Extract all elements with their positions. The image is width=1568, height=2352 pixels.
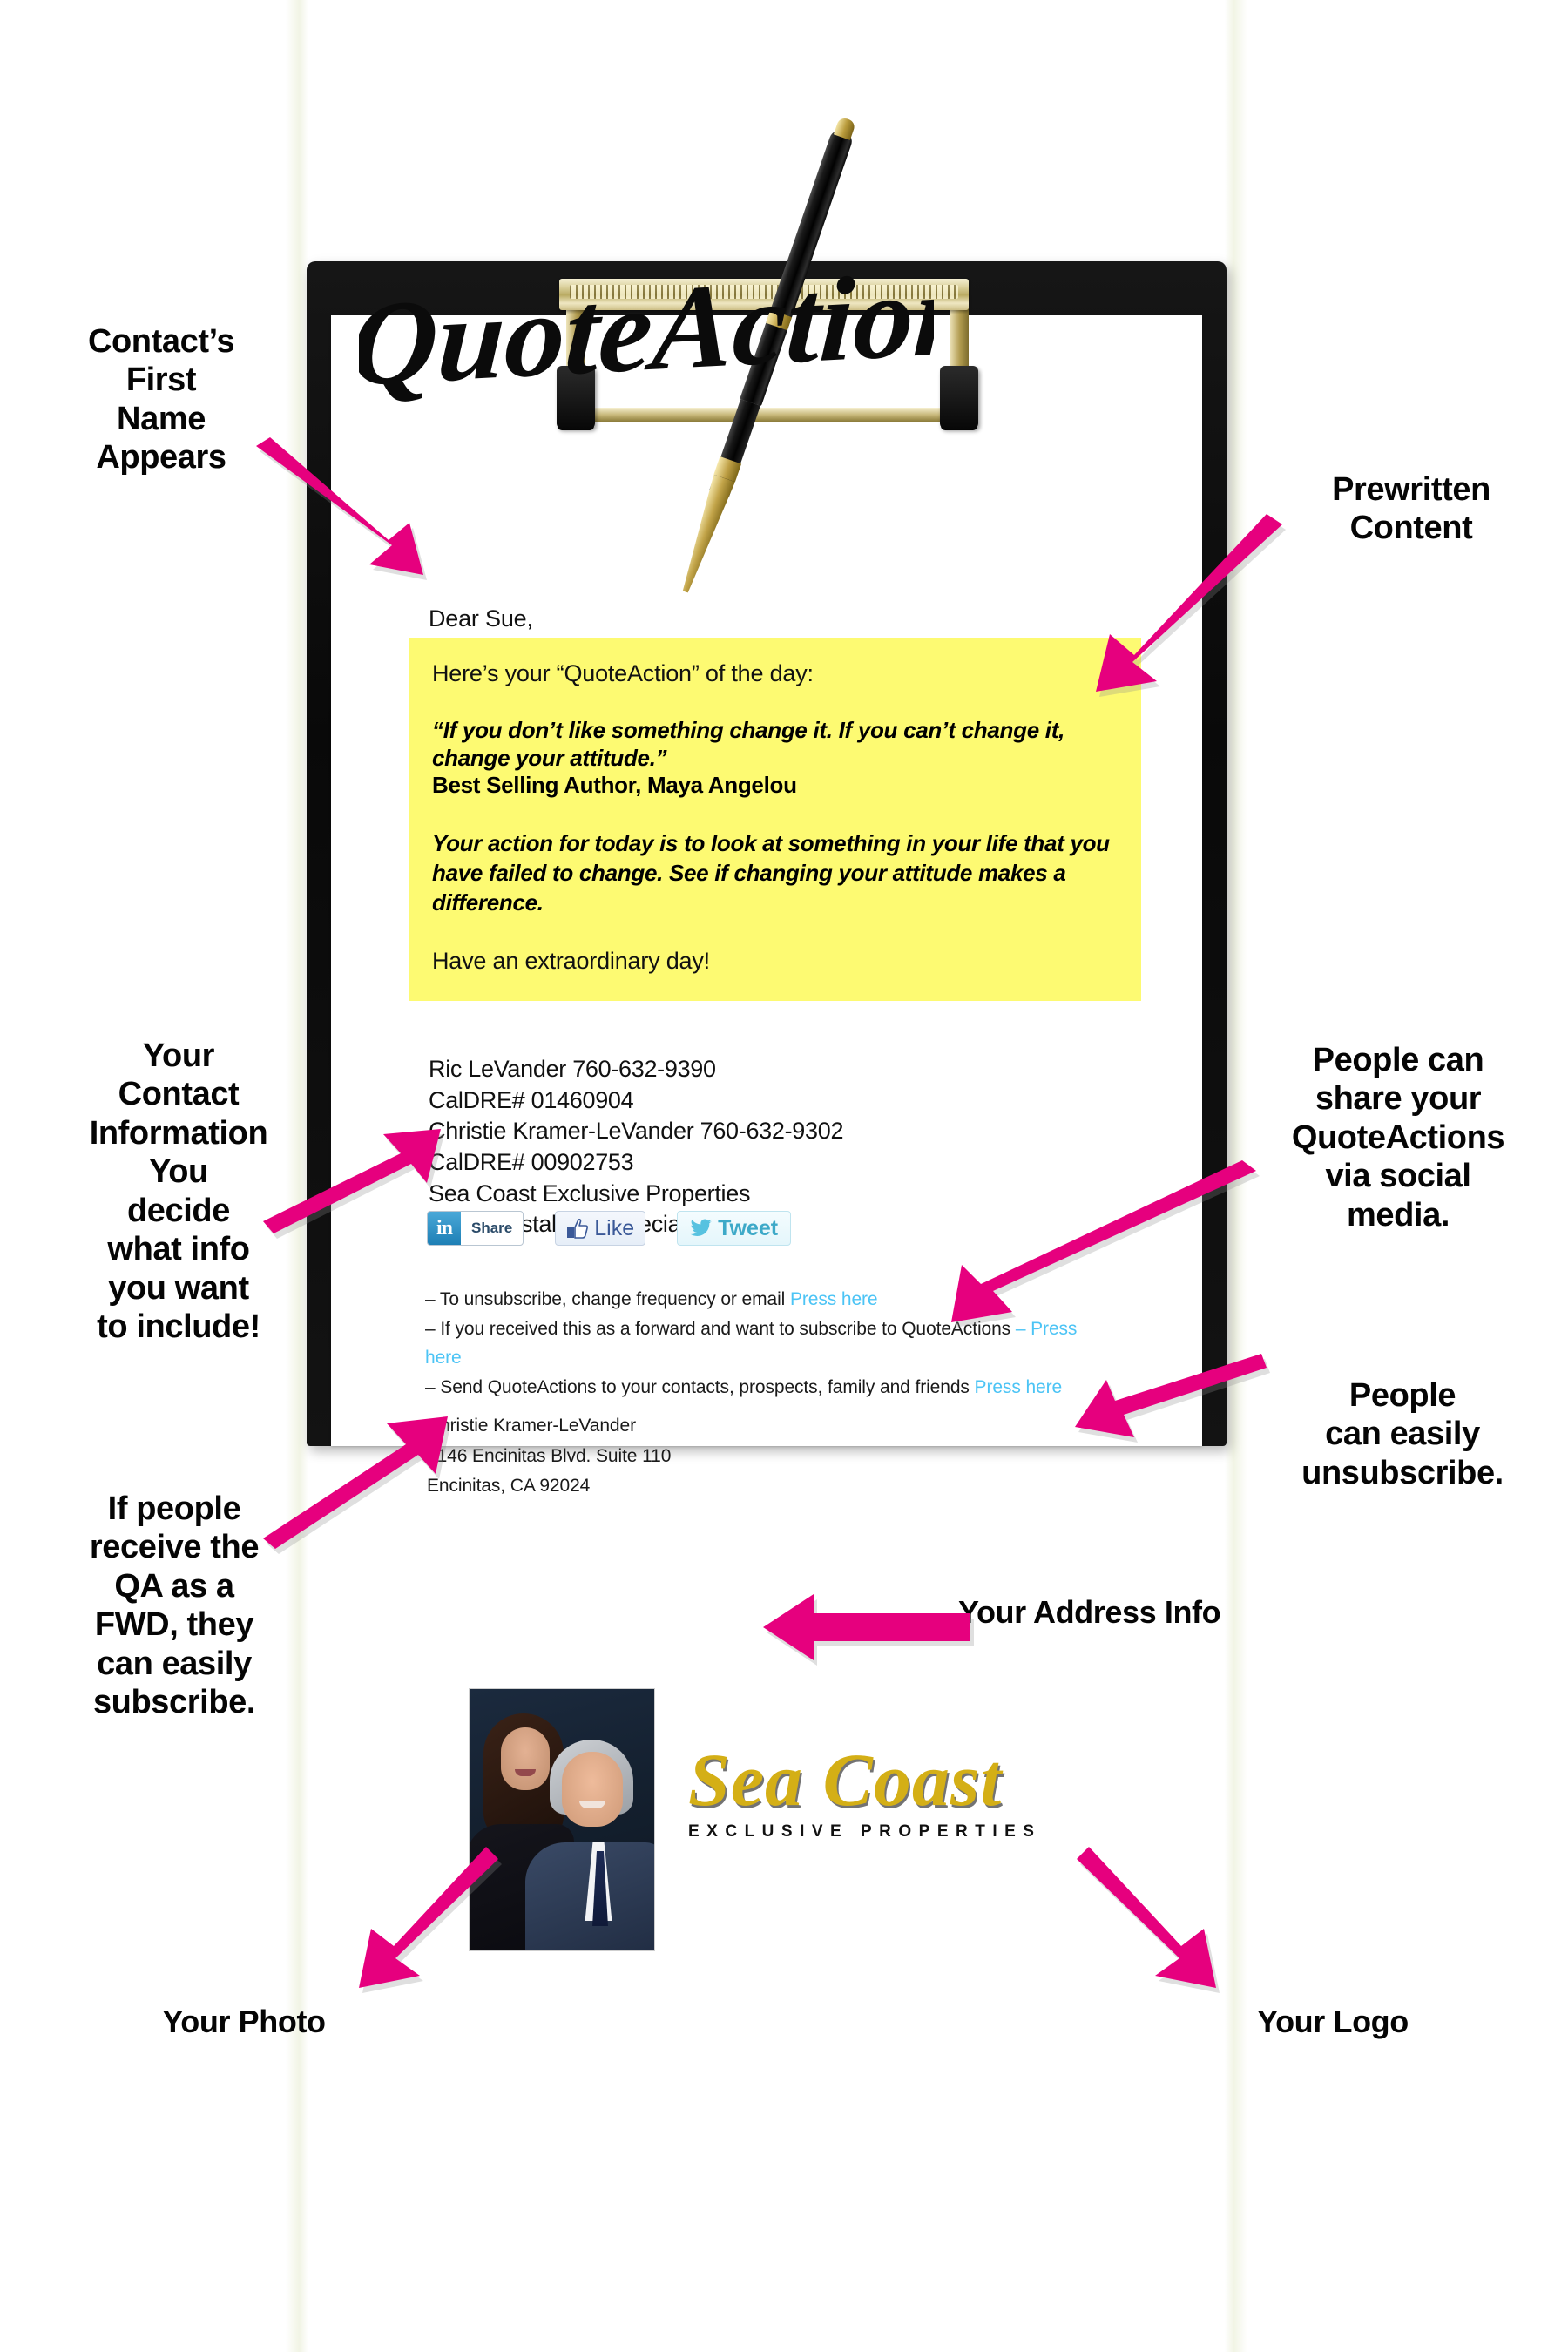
contact-line-2: CalDRE# 01460904 <box>429 1086 634 1113</box>
contact-line-3: Christie Kramer-LeVander 760-632-9302 <box>429 1118 844 1145</box>
quote-action: Your action for today is to look at some… <box>432 830 1110 916</box>
twitter-tweet-label: Tweet <box>718 1215 779 1240</box>
quoteaction-logo-text: QuoteAction <box>359 254 934 411</box>
facebook-like-button[interactable]: Like <box>555 1211 646 1246</box>
arrow-to-photo <box>338 1847 504 2021</box>
annotation-contacts-first-name: Contact’s First Name Appears <box>87 323 235 476</box>
annotation-people-can-share: People can share your QuoteActions via s… <box>1291 1042 1505 1233</box>
arrow-to-salutation <box>253 437 488 599</box>
arrow-to-quote-box <box>1077 514 1286 697</box>
annotation-your-address-info: Your Address Info <box>958 1594 1221 1630</box>
sea-coast-logo-script: Sea Coast <box>688 1738 1003 1821</box>
linkedin-share-label: Share <box>471 1220 513 1236</box>
quote-text: “If you don’t like something change it. … <box>432 717 1064 771</box>
twitter-tweet-button[interactable]: Tweet <box>677 1211 792 1246</box>
twitter-bird-icon <box>690 1219 713 1238</box>
send-to-contacts-text: – Send QuoteActions to your contacts, pr… <box>425 1376 975 1397</box>
sea-coast-logo: Sea Coast EXCLUSIVE PROPERTIES <box>688 1742 1106 1842</box>
quoteaction-logo: QuoteAction <box>359 254 969 437</box>
social-share-buttons: in Share Like Tweet <box>427 1211 792 1246</box>
quote-box: Here’s your “QuoteAction” of the day: “I… <box>409 638 1141 1001</box>
unsubscribe-text: – To unsubscribe, change frequency or em… <box>425 1289 790 1309</box>
annotation-if-people-receive-fwd: If people receive the QA as a FWD, they … <box>89 1490 260 1721</box>
arrow-to-contact-information <box>261 1124 462 1239</box>
photo-person-b-face <box>562 1752 623 1827</box>
arrow-to-address <box>763 1584 974 1671</box>
quote-intro: Here’s your “QuoteAction” of the day: <box>432 660 814 686</box>
send-to-contacts-line: – Send QuoteActions to your contacts, pr… <box>425 1373 1087 1402</box>
photo-person-b-smile <box>579 1801 605 1808</box>
contact-line-5: Sea Coast Exclusive Properties <box>429 1179 751 1206</box>
photo-person-a-face <box>501 1727 550 1790</box>
send-to-contacts-press-here-link[interactable]: Press here <box>975 1377 1063 1397</box>
annotation-people-can-unsubscribe: People can easily unsubscribe. <box>1301 1377 1504 1491</box>
arrow-to-subscribe-link <box>261 1411 470 1554</box>
facebook-like-label: Like <box>594 1215 635 1240</box>
contact-line-4: CalDRE# 00902753 <box>429 1148 634 1175</box>
arrow-to-social-buttons <box>897 1160 1263 1333</box>
annotation-prewritten-content: Prewritten Content <box>1332 471 1490 547</box>
quote-author: Best Selling Author, Maya Angelou <box>432 772 797 799</box>
arrow-to-unsubscribe-link <box>1054 1354 1272 1469</box>
unsubscribe-press-here-link[interactable]: Press here <box>790 1289 878 1309</box>
contact-line-1: Ric LeVander 760-632-9390 <box>429 1056 716 1082</box>
salutation: Dear Sue, <box>429 605 533 632</box>
arrow-to-logo <box>1071 1847 1237 2021</box>
quote-closing: Have an extraordinary day! <box>432 947 710 974</box>
thumbs-up-icon <box>566 1217 589 1240</box>
sea-coast-logo-subtitle: EXCLUSIVE PROPERTIES <box>688 1822 1042 1841</box>
